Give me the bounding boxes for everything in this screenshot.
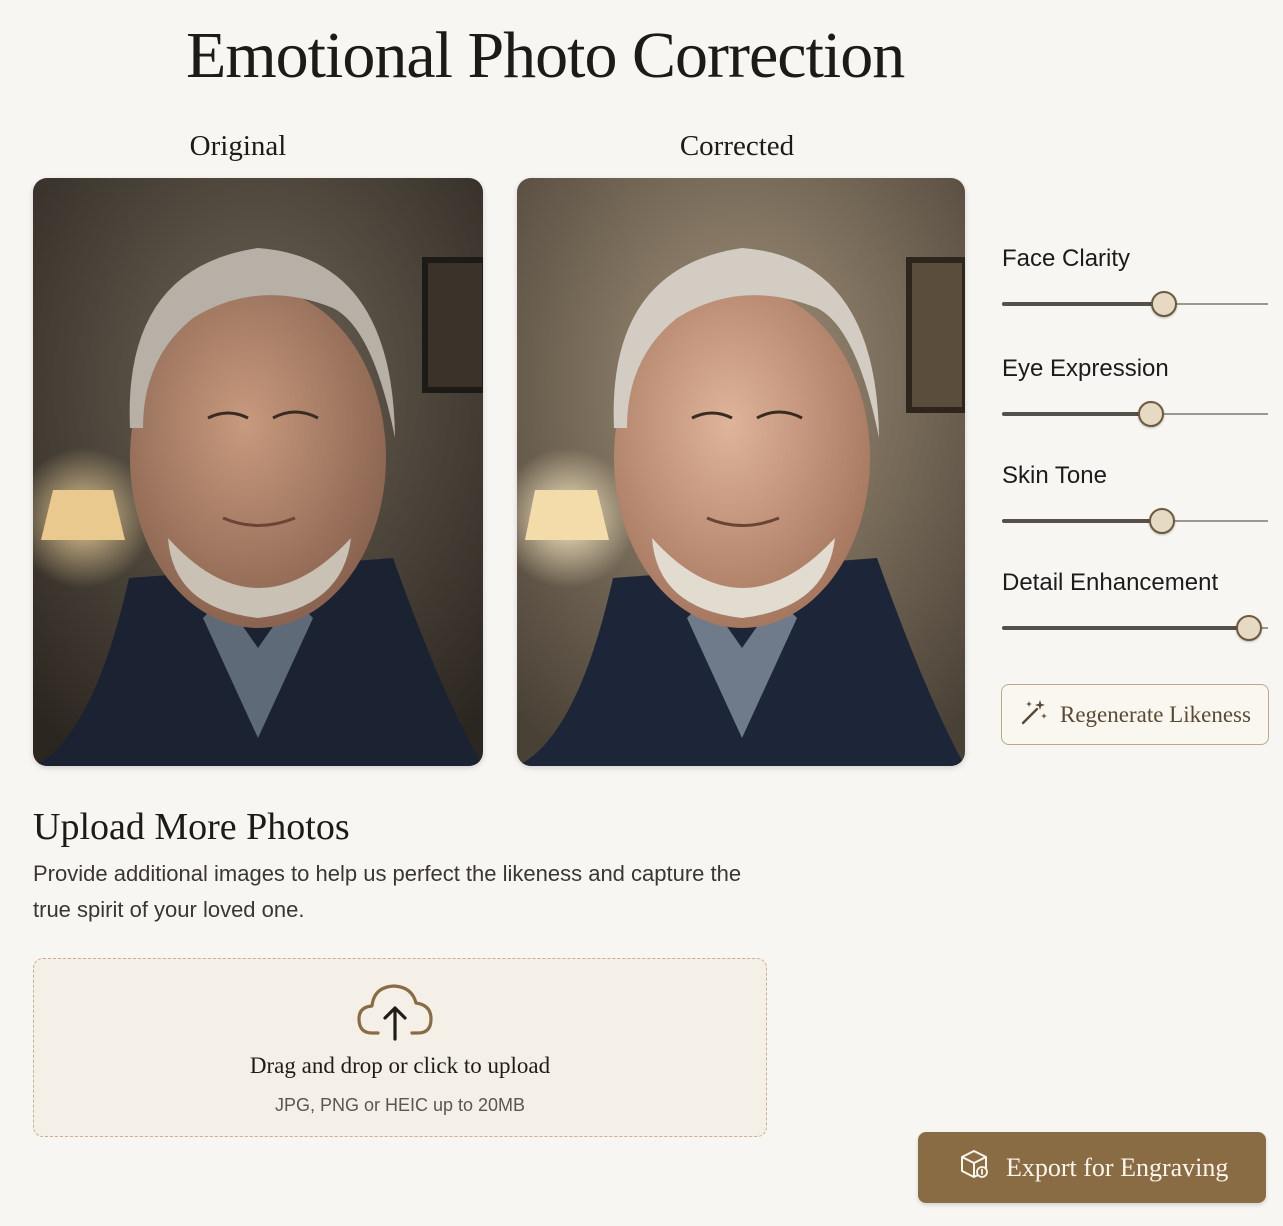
package-icon bbox=[958, 1148, 990, 1187]
detail-enhancement-slider[interactable]: Detail Enhancement bbox=[1002, 568, 1268, 641]
skin-tone-slider[interactable]: Skin Tone bbox=[1002, 461, 1268, 534]
slider-thumb[interactable] bbox=[1148, 508, 1175, 534]
slider-label: Skin Tone bbox=[1002, 462, 1107, 489]
eye-expression-slider[interactable]: Eye Expression bbox=[1002, 354, 1268, 427]
upload-section-title: Upload More Photos bbox=[33, 806, 350, 848]
regenerate-label: Regenerate Likeness bbox=[1060, 701, 1251, 727]
dropzone-file-types: JPG, PNG or HEIC up to 20MB bbox=[274, 1095, 526, 1115]
export-for-engraving-button[interactable]: Export for Engraving bbox=[918, 1132, 1266, 1203]
page-title: Emotional Photo Correction bbox=[186, 19, 905, 92]
slider-label: Face Clarity bbox=[1002, 245, 1131, 272]
slider-thumb[interactable] bbox=[1137, 401, 1164, 427]
slider-thumb[interactable] bbox=[1236, 615, 1263, 641]
cloud-upload-icon bbox=[356, 981, 434, 1043]
magic-wand-icon bbox=[1020, 698, 1048, 732]
corrected-photo bbox=[517, 178, 965, 766]
regenerate-likeness-button[interactable]: Regenerate Likeness bbox=[1001, 684, 1269, 745]
upload-dropzone[interactable]: Drag and drop or click to upload JPG, PN… bbox=[33, 958, 767, 1137]
slider-track[interactable] bbox=[1002, 615, 1268, 641]
original-photo bbox=[33, 178, 483, 766]
face-clarity-slider[interactable]: Face Clarity bbox=[1002, 244, 1268, 317]
dropzone-primary-text: Drag and drop or click to upload bbox=[249, 1053, 551, 1078]
original-label: Original bbox=[189, 130, 287, 162]
slider-track[interactable] bbox=[1002, 508, 1268, 534]
slider-label: Detail Enhancement bbox=[1002, 569, 1219, 596]
slider-track[interactable] bbox=[1002, 401, 1268, 427]
slider-label: Eye Expression bbox=[1002, 355, 1169, 382]
upload-description: Provide additional images to help us per… bbox=[33, 861, 742, 922]
slider-thumb[interactable] bbox=[1151, 291, 1178, 317]
slider-track[interactable] bbox=[1002, 291, 1268, 317]
corrected-label: Corrected bbox=[679, 130, 795, 162]
export-label: Export for Engraving bbox=[1006, 1152, 1229, 1182]
